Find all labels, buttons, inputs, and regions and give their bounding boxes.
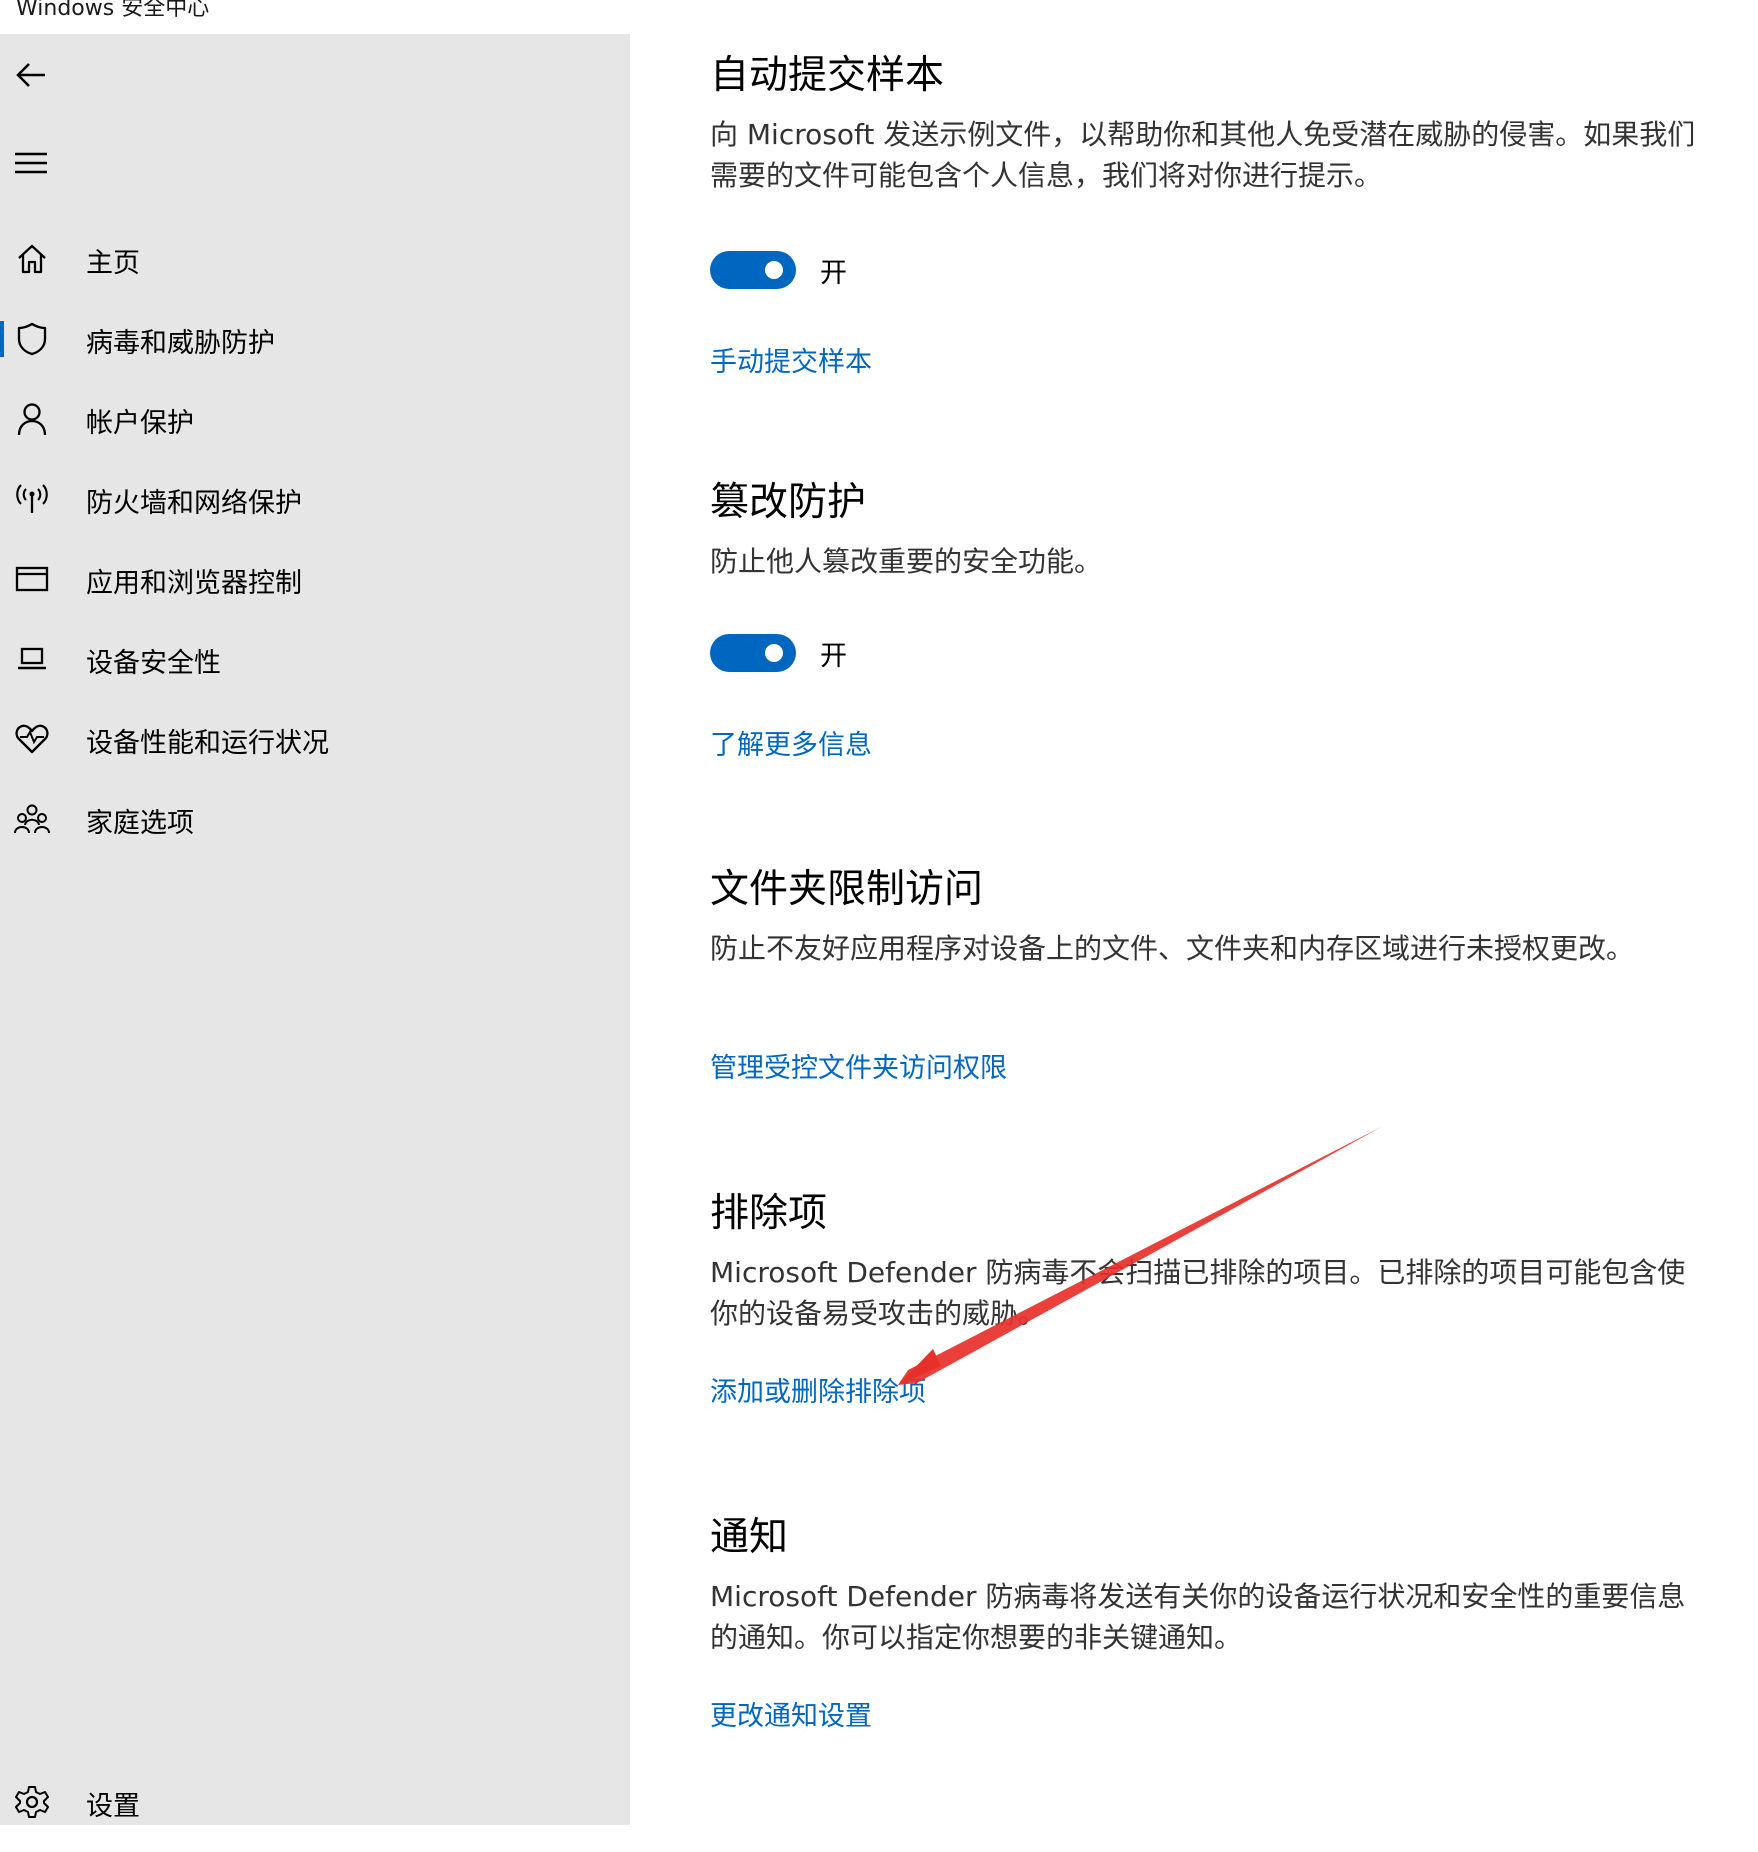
sidebar-item-firewall[interactable]: 防火墙和网络保护 (0, 459, 630, 539)
shield-icon (12, 319, 52, 359)
section-title: 文件夹限制访问 (710, 867, 984, 912)
section-description: 防止他人篡改重要的安全功能。 (710, 545, 1103, 578)
sample-submission-toggle[interactable] (710, 251, 796, 289)
browser-window-icon (12, 559, 52, 599)
sidebar-item-label: 家庭选项 (86, 808, 194, 839)
section-controlled-folder-access: 文件夹限制访问 防止不友好应用程序对设备上的文件、文件夹和内存区域进行未授权更改… (710, 858, 1710, 1084)
sidebar-item-device-security[interactable]: 设备安全性 (0, 619, 630, 699)
tamper-protection-toggle[interactable] (710, 634, 796, 672)
section-description: Microsoft Defender 防病毒不会扫描已排除的项目。已排除的项目可… (710, 1256, 1686, 1330)
hamburger-menu-icon (15, 152, 47, 174)
toggle-row: 开 (710, 248, 847, 292)
section-description: 向 Microsoft 发送示例文件，以帮助你和其他人免受潜在威胁的侵害。如果我… (710, 118, 1696, 192)
section-sample-submission: 自动提交样本 向 Microsoft 发送示例文件，以帮助你和其他人免受潜在威胁… (710, 44, 1710, 378)
sidebar-item-device-performance[interactable]: 设备性能和运行状况 (0, 699, 630, 779)
sidebar-item-label: 设置 (86, 1791, 140, 1822)
sidebar-item-label: 病毒和威胁防护 (86, 328, 275, 359)
section-description: 防止不友好应用程序对设备上的文件、文件夹和内存区域进行未授权更改。 (710, 932, 1635, 965)
person-icon (12, 399, 52, 439)
manage-folder-access-link[interactable]: 管理受控文件夹访问权限 (710, 1046, 1007, 1085)
change-notification-settings-link[interactable]: 更改通知设置 (710, 1694, 872, 1733)
gear-icon (12, 1782, 52, 1822)
learn-more-link[interactable]: 了解更多信息 (710, 723, 872, 762)
sidebar-item-label: 主页 (86, 248, 140, 279)
family-icon (12, 799, 52, 839)
section-title: 自动提交样本 (710, 53, 945, 98)
section-notifications: 通知 Microsoft Defender 防病毒将发送有关你的设备运行状况和安… (710, 1506, 1710, 1732)
sidebar-item-label: 设备性能和运行状况 (86, 728, 329, 759)
toggle-state-label: 开 (820, 257, 847, 289)
sidebar-item-label: 设备安全性 (86, 648, 221, 679)
menu-button[interactable] (6, 138, 56, 188)
manual-submit-link[interactable]: 手动提交样本 (710, 340, 872, 379)
sidebar-item-app-browser-control[interactable]: 应用和浏览器控制 (0, 539, 630, 619)
back-arrow-icon (16, 63, 45, 87)
section-title: 排除项 (710, 1191, 828, 1236)
sidebar-item-account-protection[interactable]: 帐户保护 (0, 379, 630, 459)
sidebar-item-label: 防火墙和网络保护 (86, 488, 302, 519)
heart-pulse-icon (12, 719, 52, 759)
sidebar-item-label: 帐户保护 (86, 408, 194, 439)
section-title: 通知 (710, 1515, 789, 1560)
section-tamper-protection: 篡改防护 防止他人篡改重要的安全功能。 开 了解更多信息 (710, 471, 1710, 761)
section-description: Microsoft Defender 防病毒将发送有关你的设备运行状况和安全性的… (710, 1580, 1686, 1654)
sidebar-item-settings[interactable]: 设置 (0, 1772, 630, 1852)
laptop-icon (12, 639, 52, 679)
section-title: 篡改防护 (710, 480, 867, 525)
home-icon (12, 239, 52, 279)
window-title: Windows 安全中心 (16, 0, 210, 21)
back-button[interactable] (6, 50, 56, 100)
sidebar-item-virus-protection[interactable]: 病毒和威胁防护 (0, 299, 630, 379)
sidebar: 主页 病毒和威胁防护 帐户保护 防火墙和网络保护 应用和浏览器控制 设备安全性 … (0, 34, 630, 1825)
title-bar: Windows 安全中心 (0, 0, 1758, 34)
toggle-state-label: 开 (820, 640, 847, 672)
sidebar-item-home[interactable]: 主页 (0, 219, 630, 299)
section-exclusions: 排除项 Microsoft Defender 防病毒不会扫描已排除的项目。已排除… (710, 1182, 1710, 1408)
sidebar-item-label: 应用和浏览器控制 (86, 568, 302, 599)
nav-list: 主页 病毒和威胁防护 帐户保护 防火墙和网络保护 应用和浏览器控制 设备安全性 … (0, 219, 630, 859)
wireless-signal-icon (12, 479, 52, 519)
toggle-row: 开 (710, 631, 847, 675)
sidebar-item-family-options[interactable]: 家庭选项 (0, 779, 630, 859)
add-remove-exclusions-link[interactable]: 添加或删除排除项 (710, 1370, 926, 1409)
